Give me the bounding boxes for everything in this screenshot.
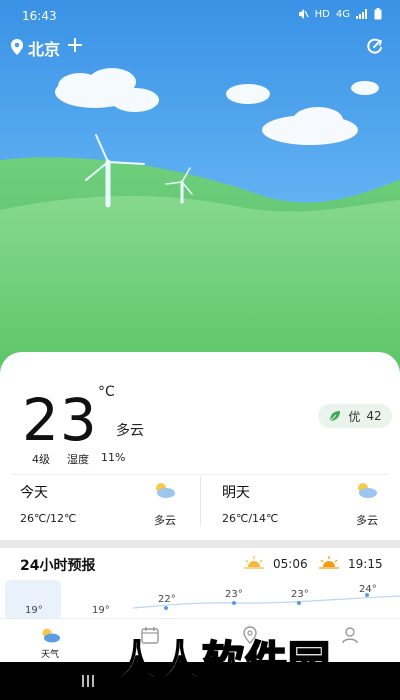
section-gap [0,540,400,548]
add-city-icon[interactable] [66,34,84,56]
location-pin-icon [11,39,23,55]
hour-temp: 19° [25,605,43,616]
current-condition: 多云 [116,423,144,439]
hd-label: HD [314,8,330,20]
user-icon [342,627,358,644]
refresh-icon[interactable] [366,37,384,55]
hour-temp: 24° [359,584,377,595]
forecast-divider [200,476,201,526]
tomorrow-temp-range: 26℃/14℃ [222,512,279,525]
leaf-icon [329,411,341,422]
status-time: 16:43 [22,9,57,23]
network-label: 4G [335,8,350,20]
watermark: 人人软件园 [115,636,332,687]
top-bar: 北京 [0,34,400,60]
hour-temp: 23° [225,589,243,600]
sunset-icon [319,556,339,569]
hourly-forecast-title: 24小时预报 [20,558,96,574]
status-bar: 16:43 HD 4G [0,0,400,32]
cloud-icon [55,68,379,145]
aqi-label: 优 [348,409,361,424]
sunrise-icon [244,556,264,569]
nav-tab-weather[interactable]: 天气 [0,619,100,663]
weather-app-screen: 16:43 HD 4G 北京 23 °C 多云 4级 湿度 11% 优 42 今… [0,0,400,700]
today-temp-range: 26℃/12℃ [20,512,77,525]
hour-temp: 19° [92,605,110,616]
battery-icon [374,8,382,20]
nav-label: 天气 [40,650,59,660]
aqi-value: 42 [366,409,382,423]
sunrise-time: 05:06 [273,557,308,571]
tomorrow-condition: 多云 [356,514,378,527]
status-icons: HD 4G [297,8,382,20]
partly-cloudy-icon [358,483,377,498]
signal-icon [356,9,367,19]
partly-cloudy-icon [156,483,175,498]
humidity-label: 湿度 [67,453,89,466]
hour-temp: 23° [291,589,309,600]
wind-level: 4级 [32,453,50,466]
city-name[interactable]: 北京 [28,36,60,60]
air-quality-badge[interactable]: 优 42 [318,404,392,428]
forecast-day-today[interactable]: 今天 [20,482,48,502]
hour-temp: 22° [158,594,176,605]
sunset-time: 19:15 [348,557,383,571]
forecast-day-tomorrow[interactable]: 明天 [222,482,250,502]
weather-icon [42,628,60,643]
humidity-value: 11% [101,451,126,464]
mute-icon [298,9,309,19]
recent-apps-icon[interactable] [78,673,98,689]
today-condition: 多云 [154,514,176,527]
hourly-temp-curve [132,593,400,610]
current-temperature: 23 [22,386,98,454]
section-divider [12,474,388,475]
temperature-unit: °C [98,384,115,400]
